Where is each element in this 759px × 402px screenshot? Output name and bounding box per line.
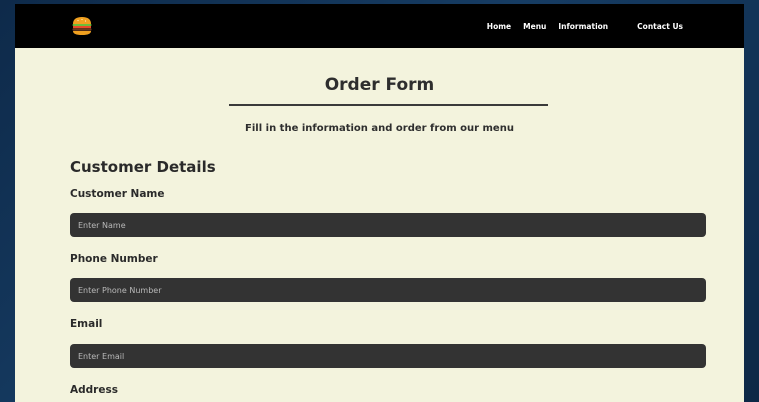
- nav-link-information[interactable]: Information: [558, 22, 608, 31]
- navbar: Home Menu Information Contact Us: [15, 4, 744, 48]
- email-label: Email: [70, 318, 103, 330]
- page-title: Order Form: [324, 75, 435, 95]
- page-frame: Home Menu Information Contact Us Order F…: [15, 4, 744, 402]
- nav-link-contact-us[interactable]: Contact Us: [637, 22, 683, 31]
- title-divider: [229, 104, 548, 106]
- nav-link-home[interactable]: Home: [487, 22, 511, 31]
- nav-links: Home Menu Information Contact Us: [475, 4, 683, 48]
- customer-name-label: Customer Name: [70, 188, 165, 200]
- burger-icon[interactable]: [70, 14, 94, 38]
- phone-number-label: Phone Number: [70, 253, 158, 265]
- customer-name-input[interactable]: [70, 213, 706, 237]
- nav-link-menu[interactable]: Menu: [523, 22, 546, 31]
- page-subtitle: Fill in the information and order from o…: [245, 123, 514, 134]
- email-input[interactable]: [70, 344, 706, 368]
- address-label: Address: [70, 384, 118, 396]
- phone-number-input[interactable]: [70, 278, 706, 302]
- section-heading-customer-details: Customer Details: [70, 158, 216, 176]
